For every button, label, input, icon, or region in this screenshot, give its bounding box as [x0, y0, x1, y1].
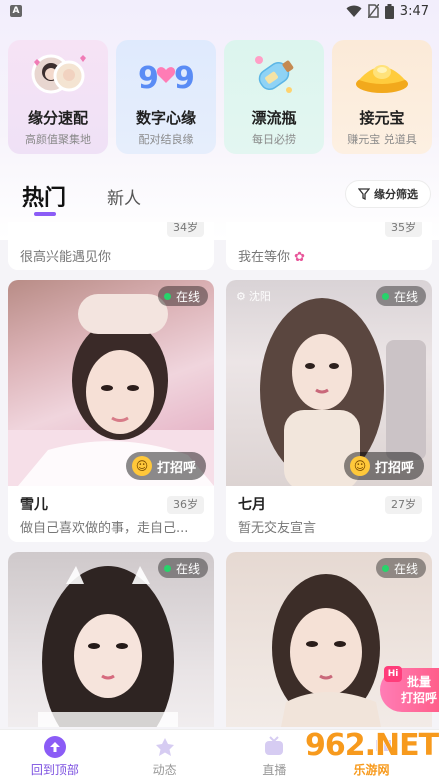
feature-subtitle: 赚元宝 兑道具 [347, 133, 417, 146]
site-watermark: 962.NET 乐游网 [304, 728, 439, 781]
profile-name: 七月 [238, 497, 266, 513]
profile-bio: 很高兴能遇见你 [20, 250, 112, 265]
feature-title: 漂流瓶 [251, 109, 297, 127]
profile-card[interactable]: ⚙ 沈阳 在线 ☺ 打招呼 七月 27岁 暂无交友宣言 [226, 280, 432, 542]
battery-icon [384, 3, 394, 19]
location-label: 沈阳 [248, 290, 271, 303]
avatars-hearts-icon [25, 48, 91, 100]
location-pin-icon: ⚙ [236, 289, 246, 303]
tab-active-indicator [34, 212, 56, 216]
greet-label: 打招呼 [374, 460, 414, 476]
profile-name: 雪儿 [20, 497, 48, 513]
status-time: 3:47 [399, 3, 429, 19]
profile-bio: 我在等你 ✿ [238, 246, 408, 265]
filter-button[interactable]: 缘分筛选 [345, 180, 431, 208]
online-label: 在线 [393, 289, 418, 304]
wifi-icon [346, 5, 362, 17]
filter-icon [358, 188, 370, 200]
profile-photo[interactable]: ⚙ 沈阳 在线 ☺ 打招呼 [226, 280, 432, 486]
online-badge: 在线 [157, 286, 208, 306]
profile-photo[interactable]: 在线 ☺ 打招呼 [8, 280, 214, 486]
profile-photo-illustration [38, 566, 178, 727]
feature-title: 数字心缘 [135, 109, 196, 127]
profile-card[interactable]: 在线 [8, 552, 214, 727]
profile-grid: 很高兴能遇见你 34岁 我在等你 ✿ 35岁 在线 ☺ 打招呼 雪儿 36岁 做… [8, 222, 432, 727]
app-notification-icon: A [10, 5, 22, 17]
tab-new[interactable]: 新人 [107, 184, 141, 209]
nav-label: 回到顶部 [30, 763, 79, 777]
hi-badge-icon: Hi [384, 666, 402, 682]
nav-label: 直播 [262, 763, 287, 777]
feature-title: 缘分速配 [27, 109, 88, 127]
location-tag: ⚙ 沈阳 [236, 288, 271, 304]
filter-label: 缘分筛选 [374, 188, 418, 201]
arrow-up-icon [43, 736, 66, 758]
online-badge: 在线 [375, 286, 426, 306]
feature-card-digital-heart[interactable]: 9 9 数字心缘 配对结良缘 [116, 40, 216, 154]
greet-label: 打招呼 [156, 460, 196, 476]
number-999-icon: 9 9 [133, 48, 199, 100]
profile-bio-text: 我在等你 [238, 250, 291, 265]
feature-card-quick-match[interactable]: 缘分速配 高颜值聚集地 [8, 40, 108, 154]
feature-cards-row: 缘分速配 高颜值聚集地 9 9 数字心缘 配对结良缘 漂流瓶 每日必捞 接元宝 … [8, 40, 432, 154]
live-tv-icon [263, 736, 285, 758]
feature-card-gold-ingot[interactable]: 接元宝 赚元宝 兑道具 [332, 40, 432, 154]
batch-greet-line1: 批量 [406, 675, 431, 689]
feature-card-drift-bottle[interactable]: 漂流瓶 每日必捞 [224, 40, 324, 154]
online-dot-icon [163, 292, 171, 300]
batch-greet-line2: 打招呼 [400, 691, 437, 705]
smiley-icon: ☺ [131, 456, 152, 476]
age-badge: 35岁 [385, 222, 422, 237]
profile-card[interactable]: 在线 ☺ 打招呼 雪儿 36岁 做自己喜欢做的事，走自己... [8, 280, 214, 542]
tab-hot[interactable]: 热门 [22, 180, 66, 212]
profile-bio: 暂无交友宣言 [238, 521, 317, 536]
no-sim-icon [367, 4, 379, 18]
online-dot-icon [163, 564, 171, 572]
flower-icon: ✿ [294, 250, 306, 265]
online-label: 在线 [175, 289, 200, 304]
nav-label: 动态 [152, 763, 177, 777]
age-badge: 36岁 [167, 496, 204, 514]
profile-bio: 做自己喜欢做的事，走自己... [20, 521, 189, 536]
profile-photo[interactable]: 在线 [8, 552, 214, 727]
feature-title: 接元宝 [359, 109, 405, 127]
online-dot-icon [381, 564, 389, 572]
gold-ingot-icon [349, 48, 415, 100]
watermark-logo-text: 962.NET [304, 728, 439, 763]
svg-text:9: 9 [138, 61, 159, 96]
dynamic-icon [154, 736, 176, 758]
online-label: 在线 [393, 561, 418, 576]
greet-button[interactable]: ☺ 打招呼 [343, 452, 424, 480]
greet-button[interactable]: ☺ 打招呼 [125, 452, 206, 480]
nav-dynamic[interactable]: 动态 [110, 730, 220, 781]
status-bar: A 3:47 [0, 0, 439, 22]
nav-back-to-top[interactable]: 回到顶部 [0, 730, 110, 781]
feature-subtitle: 每日必捞 [252, 133, 296, 146]
feature-subtitle: 配对结良缘 [138, 133, 194, 146]
profile-card[interactable]: 我在等你 ✿ 35岁 [226, 222, 432, 270]
svg-text:9: 9 [174, 61, 195, 96]
online-badge: 在线 [375, 558, 426, 578]
online-label: 在线 [175, 561, 200, 576]
feature-subtitle: 高颜值聚集地 [25, 133, 91, 146]
online-dot-icon [381, 292, 389, 300]
age-badge: 34岁 [167, 222, 204, 237]
online-badge: 在线 [157, 558, 208, 578]
profile-card[interactable]: 很高兴能遇见你 34岁 [8, 222, 214, 270]
watermark-subtext: 乐游网 [353, 763, 390, 777]
smiley-icon: ☺ [349, 456, 370, 476]
batch-greet-button[interactable]: Hi 批量 打招呼 [380, 666, 439, 712]
age-badge: 27岁 [385, 496, 422, 514]
feed-tabs: 热门 新人 缘分筛选 [0, 172, 439, 220]
drift-bottle-icon [241, 48, 307, 100]
